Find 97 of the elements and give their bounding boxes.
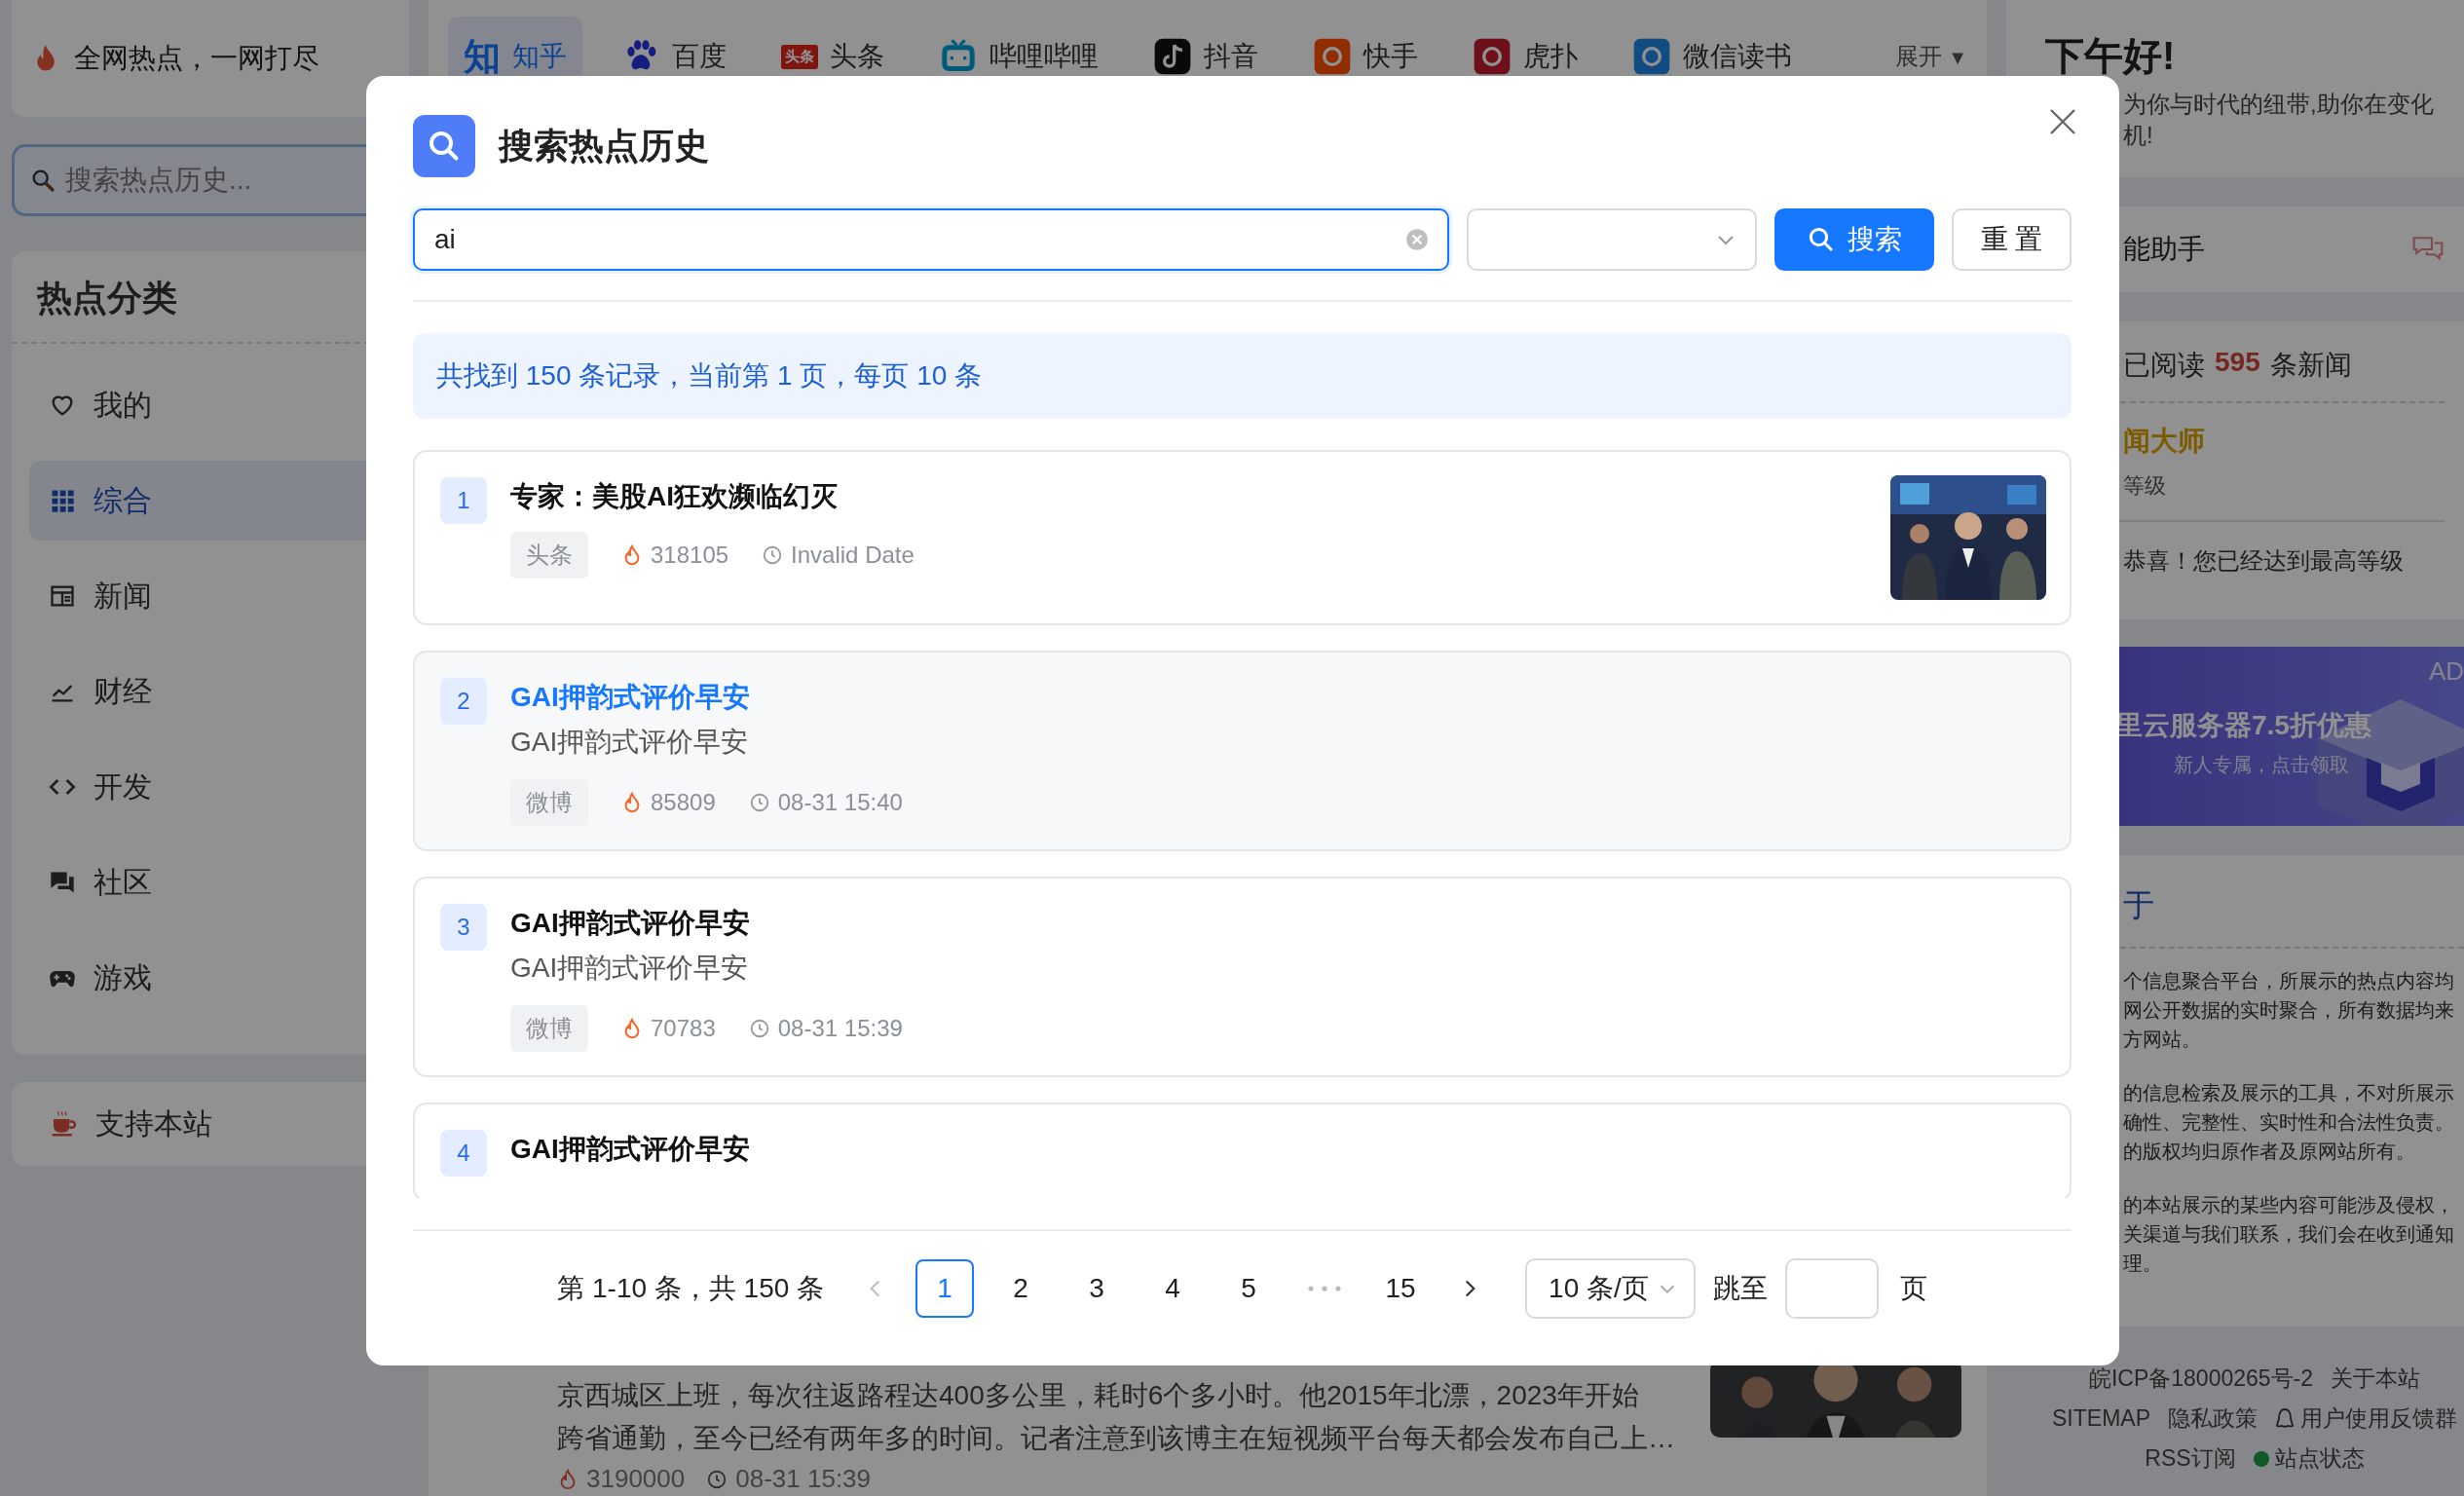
icp-link[interactable]: 皖ICP备18000265号-2 <box>2088 1364 2314 1394</box>
page-button[interactable]: 4 <box>1143 1259 1203 1318</box>
clock-icon <box>762 544 784 566</box>
clear-icon <box>1404 227 1430 252</box>
about-paragraph: 的信息检索及展示的工具，不对所展示确性、完整性、实时性和合法性负责。的版权均归原作者及原网站所有。 <box>2123 1081 2454 1164</box>
source-tab[interactable]: 虎扑 <box>1457 21 1593 92</box>
ad-subtitle: 新人专属，点击领取 <box>2173 753 2350 777</box>
footer-link[interactable]: 关于本站 <box>2331 1364 2421 1394</box>
source-tag: 微博 <box>510 1005 588 1052</box>
source-tag: 微博 <box>510 779 588 826</box>
page-button[interactable]: 2 <box>991 1259 1051 1318</box>
rank-badge: 1 <box>440 477 487 524</box>
source-tab[interactable]: 头条 头条 <box>765 22 900 91</box>
level-message: 恭喜！您已经达到最高等级 <box>2123 546 2405 576</box>
section-heading: 于 <box>2123 886 2155 924</box>
feedback-link[interactable]: 用户使用反馈群 <box>2275 1403 2457 1434</box>
page-button[interactable]: 1 <box>915 1259 975 1318</box>
caret-icon: ▼ <box>1948 47 1967 68</box>
reading-label: 条新闻 <box>2269 349 2352 382</box>
heat-count: 3190000 <box>557 1464 686 1494</box>
news-summary-line: 京西城区上班，每次往返路程达400多公里，耗时6个多小时。他2015年北漂，2023年开始 <box>557 1379 1640 1412</box>
jump-label: 跳至 <box>1712 1272 1768 1305</box>
result-card[interactable]: 2 GAI押韵式评价早安 GAI押韵式评价早安 微博 85809 08-31 15:40 <box>413 651 2072 851</box>
page-size-dropdown[interactable]: 10 条/页 <box>1525 1258 1696 1319</box>
category-item[interactable]: 我的 <box>29 365 392 445</box>
result-description: GAI押韵式评价早安 <box>510 726 750 759</box>
category-item[interactable]: 开发 <box>29 747 392 827</box>
site-title: 全网热点，一网打尽 <box>74 42 319 75</box>
ad-label: AD <box>2428 656 2464 687</box>
source-tab[interactable]: 百度 <box>606 21 742 92</box>
page-jump-field[interactable] <box>1784 1258 1879 1319</box>
music-note-icon <box>1153 37 1192 76</box>
result-card[interactable]: 4 GAI押韵式评价早安 <box>413 1103 2072 1198</box>
page-button[interactable]: 5 <box>1219 1259 1279 1318</box>
status-dot <box>2253 1450 2269 1467</box>
result-title[interactable]: GAI押韵式评价早安 <box>510 1128 2046 1171</box>
page-button[interactable]: 3 <box>1067 1259 1127 1318</box>
assistant-label: 能助手 <box>2123 233 2205 266</box>
reset-button[interactable]: 重 置 <box>1952 208 2072 271</box>
source-tab[interactable]: 哔哩哔哩 <box>923 21 1114 92</box>
rank-badge: 3 <box>440 904 487 951</box>
news-summary-line: 跨省通勤，至今已经有两年多的时间。记者注意到该博主在短视频平台每天都会发布自己上… <box>557 1422 1675 1455</box>
page-range: 第 1-10 条，共 150 条 <box>557 1272 825 1305</box>
category-item[interactable]: 财经 <box>29 652 392 731</box>
timestamp: 08-31 15:39 <box>748 1015 903 1042</box>
section-heading: 热点分类 <box>35 277 178 319</box>
greeting: 下午好! <box>2045 33 2177 79</box>
footer-link[interactable]: RSS订阅 <box>2145 1443 2236 1474</box>
heat-count: 85809 <box>621 789 716 816</box>
source-tag: 头条 <box>510 532 588 579</box>
result-description: GAI押韵式评价早安 <box>510 952 750 985</box>
level-name: 闻大师 <box>2123 425 2206 458</box>
category-item[interactable]: 新闻 <box>29 556 392 636</box>
timestamp: Invalid Date <box>762 542 915 569</box>
category-item[interactable]: 社区 <box>29 842 392 922</box>
app-logo-icon <box>1473 37 1512 76</box>
reading-label: 已阅读 <box>2123 349 2205 382</box>
about-paragraph: 的本站展示的某些内容可能涉及侵权，关渠道与我们联系，我们会在收到通知理。 <box>2123 1193 2454 1276</box>
tagline: 为你与时代的纽带,助你在变化机! <box>2123 90 2435 150</box>
summary-text: 共找到 150 条记录，当前第 1 页，每页 10 条 <box>436 359 983 393</box>
heat-count: 70783 <box>621 1015 716 1042</box>
ad-title: 里云服务器7.5折优惠 <box>2115 709 2372 742</box>
expand-button[interactable]: 展开 ▼ <box>1894 41 1967 72</box>
clock-icon <box>748 1018 770 1039</box>
rank-badge: 2 <box>440 678 487 725</box>
timestamp: 08-31 15:40 <box>748 789 903 816</box>
about-paragraph: 个信息聚合平台，所展示的热点内容均网公开数据的实时聚合，所有数据均来方网站。 <box>2123 969 2454 1052</box>
source-dropdown[interactable] <box>1467 208 1757 271</box>
close-icon[interactable] <box>2048 107 2077 136</box>
heat-count: 318105 <box>621 542 729 569</box>
result-card[interactable]: 1 专家：美股AI狂欢濒临幻灭 头条 318105 Invalid Date <box>413 450 2072 625</box>
page-label: 页 <box>1899 1272 1927 1305</box>
search-field[interactable]: ai <box>413 208 1449 271</box>
logo-badge: 头条 <box>781 44 818 69</box>
logo-glyph: 知 <box>464 34 501 79</box>
footer-link[interactable]: SITEMAP <box>2052 1403 2150 1434</box>
source-tab[interactable]: 微信读书 <box>1617 21 1808 92</box>
clock-icon <box>706 1468 728 1490</box>
result-title[interactable]: GAI押韵式评价早安 <box>510 902 2046 945</box>
app-logo-icon <box>1632 37 1671 76</box>
search-button[interactable]: 搜索 <box>1774 208 1934 271</box>
reading-count: 595 <box>2215 347 2260 379</box>
source-tab[interactable]: 抖音 <box>1138 21 1274 92</box>
dialog-title: 搜索热点历史 <box>499 124 710 168</box>
app-logo-icon <box>1313 37 1352 76</box>
rank-badge: 4 <box>440 1130 487 1177</box>
level-caption: 等级 <box>2123 472 2167 500</box>
page-button[interactable]: 15 <box>1371 1259 1431 1318</box>
footer-link[interactable]: 隐私政策 <box>2168 1403 2258 1434</box>
result-card[interactable]: 3 GAI押韵式评价早安 GAI押韵式评价早安 微博 70783 08-31 15:39 <box>413 877 2072 1077</box>
category-item[interactable]: 游戏 <box>29 938 392 1018</box>
status-link[interactable]: 站点状态 <box>2253 1443 2365 1474</box>
clock-icon <box>748 792 770 813</box>
timestamp: 08-31 15:39 <box>706 1464 872 1494</box>
result-title[interactable]: 专家：美股AI狂欢濒临幻灭 <box>510 475 1867 518</box>
source-tab[interactable]: 快手 <box>1297 21 1434 92</box>
search-icon <box>413 115 475 177</box>
